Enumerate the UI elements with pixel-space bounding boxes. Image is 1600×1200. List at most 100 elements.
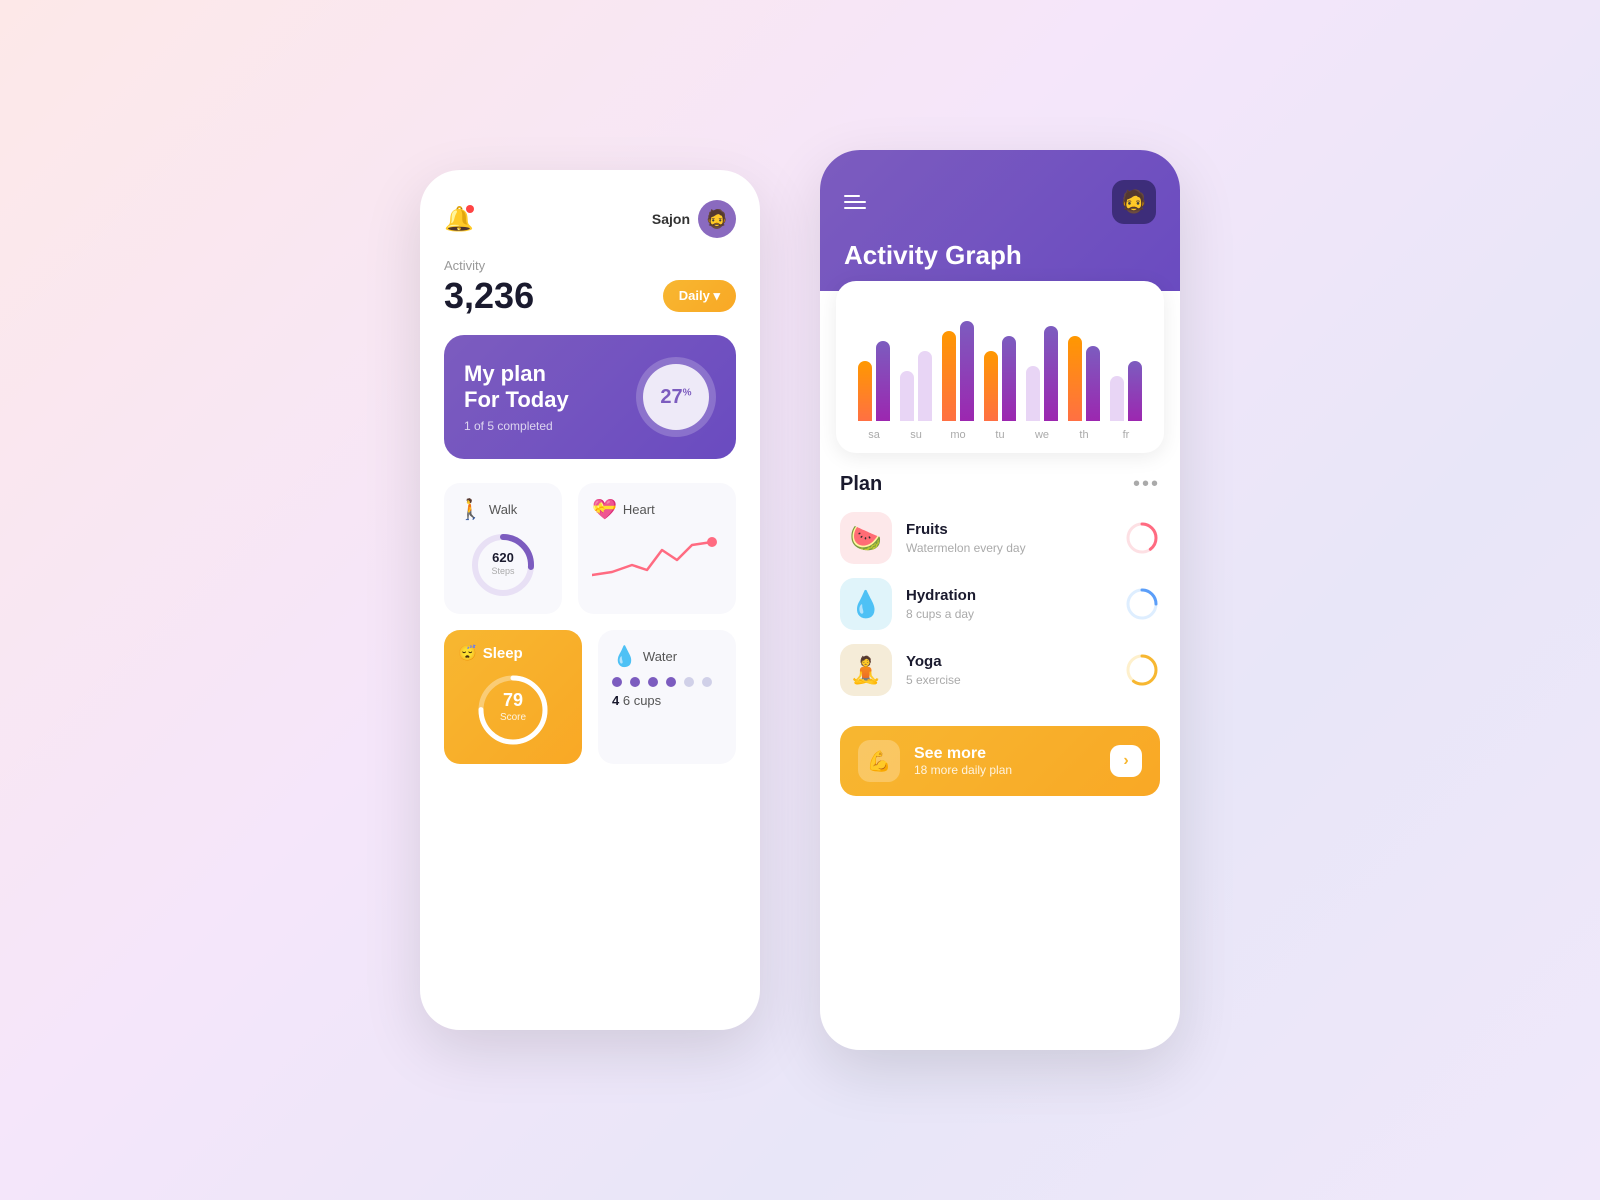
bar-mo-purple [960,321,974,421]
activity-value: 3,236 [444,275,534,317]
bar-su-light2 [918,351,932,421]
fruits-icon-box: 🍉 [840,512,892,564]
label-mo: mo [942,429,974,441]
svg-text:620: 620 [492,550,514,565]
water-dot-3 [648,677,658,687]
heart-emoji: 💝 [592,497,617,522]
plan-section-title: Plan [840,473,882,496]
bar-pair-fr [1110,361,1142,421]
fruits-ring [1124,520,1160,556]
yoga-text: Yoga 5 exercise [906,653,1110,687]
bar-pair-tu [984,336,1016,421]
svg-text:Steps: Steps [491,566,515,576]
activity-row: 3,236 Daily ▾ [444,275,736,317]
bar-we-purple [1044,326,1058,421]
stats-row-1: 🚶 Walk 620 Steps 💝 Heart [444,483,736,614]
bar-we-light [1026,366,1040,421]
heart-label: Heart [623,502,655,517]
hydration-ring [1124,586,1160,622]
plan-item-hydration[interactable]: 💧 Hydration 8 cups a day [840,578,1160,630]
plan-card[interactable]: My plan For Today 1 of 5 completed 27% [444,335,736,459]
water-dot-2 [630,677,640,687]
p2-header: 🧔 Activity Graph [820,150,1180,291]
hydration-emoji: 💧 [850,589,882,620]
sleep-label: Sleep [483,645,523,662]
steps-ring: 620 Steps [468,530,538,600]
walk-label: Walk [489,502,517,517]
sleep-emoji: 😴 [458,644,477,662]
plan-item-fruits[interactable]: 🍉 Fruits Watermelon every day [840,512,1160,564]
bar-th-purple [1086,346,1100,421]
chart-bars [852,301,1148,421]
see-more-arrow: › [1110,745,1142,777]
yoga-subtitle: 5 exercise [906,673,1110,687]
plan-progress: 1 of 5 completed [464,419,569,433]
fruits-emoji: 🍉 [850,523,882,554]
fruits-text: Fruits Watermelon every day [906,521,1110,555]
walk-emoji: 🚶 [458,497,483,522]
bar-mo-orange [942,331,956,421]
water-label: Water [643,649,677,664]
sleep-ring: 79 Score [473,670,553,750]
p2-avatar: 🧔 [1112,180,1156,224]
sleep-title: 😴 Sleep [458,644,568,662]
yoga-emoji: 🧘 [850,655,882,686]
hydration-icon-box: 💧 [840,578,892,630]
see-more-subtitle: 18 more daily plan [914,763,1096,777]
bar-pair-mo [942,321,974,421]
heart-title: 💝 Heart [592,497,722,522]
bar-fr-light [1110,376,1124,421]
stats-row-2: 😴 Sleep 79 Score 💧 Water [444,630,736,764]
daily-button[interactable]: Daily ▾ [663,280,736,312]
walk-circle: 620 Steps [458,530,548,600]
plan-percent-display: 27% [643,364,709,430]
see-more-icon: 💪 [858,740,900,782]
user-info: Sajon 🧔 [652,200,736,238]
bar-fr-purple [1128,361,1142,421]
water-card: 💧 Water 4 6 cups [598,630,736,764]
water-total: 6 cups [623,693,661,708]
see-more-emoji: 💪 [867,749,892,774]
label-we: we [1026,429,1058,441]
label-tu: tu [984,429,1016,441]
username: Sajon [652,211,690,227]
bar-tu-orange [984,351,998,421]
water-dots [612,677,722,687]
label-su: su [900,429,932,441]
bar-pair-we [1026,326,1058,421]
sleep-circle: 79 Score [458,670,568,750]
p2-top-row: 🧔 [844,180,1156,224]
label-sa: sa [858,429,890,441]
heart-line [592,530,722,590]
plan-item-yoga[interactable]: 🧘 Yoga 5 exercise [840,644,1160,696]
dots-menu[interactable]: ••• [1133,473,1160,496]
bell-icon[interactable]: 🔔 [444,205,474,234]
svg-text:Score: Score [500,712,527,723]
label-fr: fr [1110,429,1142,441]
plan-text: My plan For Today 1 of 5 completed [464,361,569,434]
phone-1: 🔔 Sajon 🧔 Activity 3,236 Daily ▾ My plan… [420,170,760,1030]
water-dot-4 [666,677,676,687]
see-more-text: See more 18 more daily plan [914,745,1096,777]
bar-pair-sa [858,341,890,421]
water-dot-1 [612,677,622,687]
fruits-subtitle: Watermelon every day [906,541,1110,555]
svg-text:79: 79 [503,690,523,710]
walk-card: 🚶 Walk 620 Steps [444,483,562,614]
notification-dot [466,205,474,213]
hamburger-icon[interactable] [844,195,866,209]
hydration-subtitle: 8 cups a day [906,607,1110,621]
bar-th-orange [1068,336,1082,421]
yoga-title: Yoga [906,653,1110,670]
phone-2: 🧔 Activity Graph [820,150,1180,1050]
bar-pair-su [900,351,932,421]
water-title: 💧 Water [612,644,722,669]
see-more-button[interactable]: 💪 See more 18 more daily plan › [840,726,1160,796]
yoga-ring [1124,652,1160,688]
water-dot-5 [684,677,694,687]
bar-tu-purple [1002,336,1016,421]
hydration-text: Hydration 8 cups a day [906,587,1110,621]
bar-pair-th [1068,336,1100,421]
plan-circle: 27% [636,357,716,437]
fruits-title: Fruits [906,521,1110,538]
